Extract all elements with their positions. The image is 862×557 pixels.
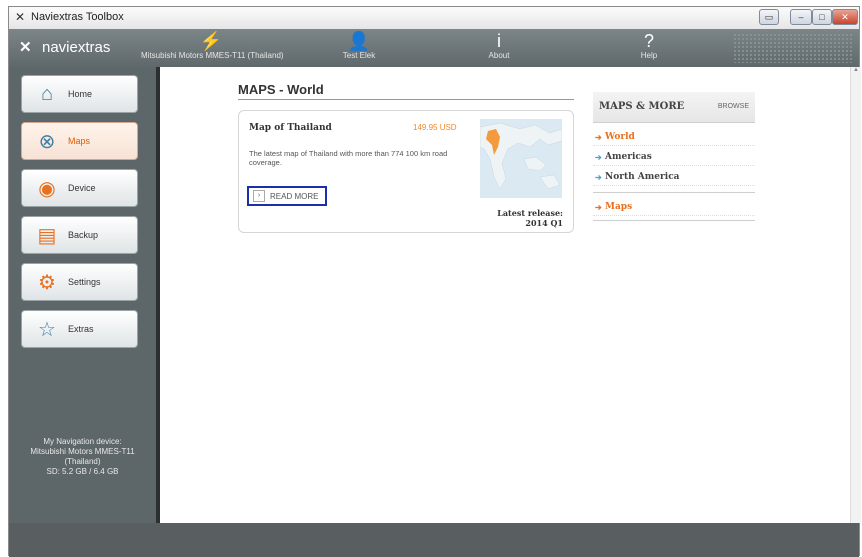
compass-icon: ⊗ — [38, 130, 56, 153]
browse-link[interactable]: BROWSE — [718, 103, 749, 110]
app-window: ✕ Naviextras Toolbox ▭ – □ ✕ ✕ naviextras… — [8, 6, 861, 557]
app-header: ✕ naviextras ⚡ Mitsubishi Motors MMES-T11… — [9, 29, 859, 67]
read-more-button[interactable]: › READ MORE — [247, 186, 327, 206]
header-help-button[interactable]: ? Help — [629, 31, 669, 60]
panel-separator — [593, 220, 755, 221]
chevron-right-icon: › — [253, 190, 265, 202]
release-info: Latest release: 2014 Q1 — [497, 208, 563, 228]
sidebar: ⌂ Home ⊗ Maps ◉ Device ▤ Backup ⚙ Settin… — [9, 67, 156, 523]
house-icon: ⌂ — [40, 82, 54, 105]
panel-separator — [593, 192, 755, 193]
restore-button[interactable]: ▭ — [759, 9, 779, 25]
header-about-button[interactable]: i About — [479, 31, 519, 60]
scroll-up-icon[interactable]: ▲ — [851, 67, 861, 73]
sidebar-item-device[interactable]: ◉ Device — [21, 169, 138, 207]
panel-item-north-america[interactable]: ➔ North America — [593, 168, 755, 186]
maps-more-panel: MAPS & MORE BROWSE ➔ World ➔ Americas ➔ … — [593, 92, 755, 240]
user-icon: 👤 — [347, 31, 371, 51]
device-info: My Navigation device: Mitsubishi Motors … — [30, 437, 135, 476]
map-thumbnail[interactable] — [480, 119, 562, 198]
sidebar-item-home[interactable]: ⌂ Home — [21, 75, 138, 113]
naviextras-x-icon: ✕ — [15, 10, 26, 24]
sidebar-item-backup[interactable]: ▤ Backup — [21, 216, 138, 254]
main-content: MAPS - World Map of Thailand 149.95 USD … — [160, 67, 850, 523]
panel-item-americas[interactable]: ➔ Americas — [593, 148, 755, 166]
arrow-right-icon: ➔ — [595, 132, 602, 142]
panel-item-world[interactable]: ➔ World — [593, 128, 755, 146]
window-title: Naviextras Toolbox — [31, 11, 124, 23]
sidebar-item-settings[interactable]: ⚙ Settings — [21, 263, 138, 301]
maximize-button[interactable]: □ — [812, 9, 832, 25]
header-pattern — [733, 33, 853, 63]
sidebar-item-maps[interactable]: ⊗ Maps — [21, 122, 138, 160]
sidebar-item-extras[interactable]: ☆ Extras — [21, 310, 138, 348]
product-name: Map of Thailand — [249, 123, 332, 133]
minimize-button[interactable]: – — [790, 9, 812, 25]
arrow-right-icon: ➔ — [595, 152, 602, 162]
header-user-button[interactable]: 👤 Test Elek — [334, 31, 384, 60]
gear-icon: ⚙ — [38, 271, 56, 294]
title-bar: ✕ Naviextras Toolbox ▭ – □ ✕ — [9, 7, 859, 30]
app-footer — [9, 523, 859, 557]
header-device-button[interactable]: ⚡ Mitsubishi Motors MMES-T11 (Thailand) — [141, 31, 284, 60]
star-icon: ☆ — [38, 318, 56, 341]
product-card: Map of Thailand 149.95 USD The latest ma… — [238, 110, 574, 233]
info-icon: i — [497, 31, 501, 51]
panel-item-maps[interactable]: ➔ Maps — [593, 198, 755, 216]
panel-title: MAPS & MORE — [599, 101, 685, 112]
question-icon: ? — [643, 31, 654, 51]
title-underline — [238, 99, 574, 100]
plug-icon: ⚡ — [199, 31, 223, 51]
naviextras-logo: ✕ naviextras — [19, 39, 111, 56]
product-price: 149.95 USD — [413, 123, 457, 132]
vertical-scrollbar[interactable]: ▲ — [850, 67, 861, 523]
close-button[interactable]: ✕ — [832, 9, 858, 25]
page-title: MAPS - World — [238, 82, 324, 97]
panel-header: MAPS & MORE BROWSE — [593, 92, 755, 123]
arrow-right-icon: ➔ — [595, 202, 602, 212]
device-icon: ◉ — [38, 177, 56, 200]
product-description: The latest map of Thailand with more tha… — [249, 149, 448, 167]
arrow-right-icon: ➔ — [595, 172, 602, 182]
backup-icon: ▤ — [37, 224, 57, 247]
